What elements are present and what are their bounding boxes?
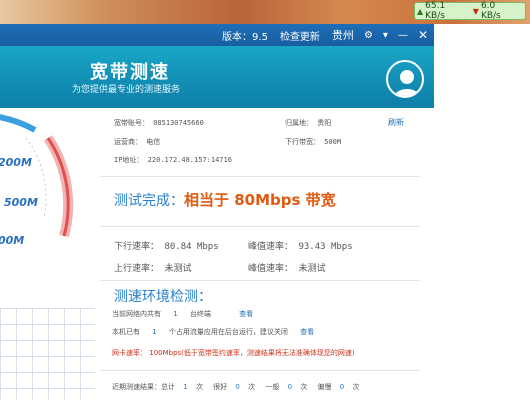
header-banner: 宽带测速 为您提供最专业的测速服务 [0, 46, 434, 108]
check-update-link[interactable]: 检查更新 [280, 28, 320, 43]
download-peak-value: 93.43 Mbps [298, 242, 353, 252]
history-slow-label: 偏慢 [317, 383, 332, 391]
history-normal-label: 一般 [265, 383, 280, 391]
location-row: 归属地： 贵阳 [285, 118, 331, 128]
history-total: 1 [183, 383, 188, 391]
history-unit-good: 次 [248, 383, 256, 391]
upload-speed-value: 未测试 [164, 264, 192, 274]
lan-devices-row: 当前网络内共有 1 台终端 查看 [112, 309, 253, 319]
bandwidth-value: 500M [324, 138, 342, 146]
history-unit-total: 次 [195, 383, 203, 391]
window-titlebar: 版本：9.5 检查更新 贵州 ⚙ ▾ — ✕ [0, 24, 434, 46]
nic-warning-text: 100Mbps(低于宽带签约速率，测速结果将无法准确体现您的网速) [149, 349, 355, 357]
history-good-label: 很好 [213, 383, 228, 391]
location-label: 归属地： [285, 119, 313, 127]
env-check-title: 测速环境检测： [114, 289, 212, 305]
download-arrow-icon: ▼ [472, 6, 479, 16]
result-value: 相当于 80Mbps 带宽 [184, 191, 336, 209]
bg-suffix: 个占用流量应用在后台运行，建议关闭 [168, 328, 288, 336]
bg-apps-row: 本机已有 1 个占用流量应用在后台运行，建议关闭 查看 [112, 327, 314, 337]
broadband-account-row: 宽带账号： 085130745660 [114, 118, 204, 128]
history-unit-slow: 次 [352, 383, 360, 391]
nic-label: 网卡速率： [112, 349, 147, 357]
user-icon [393, 70, 421, 96]
gauge-label-500: 500M [4, 196, 38, 209]
desktop-wallpaper: ▲ 65.1 KB/s ▼ 6.0 KB/s [0, 0, 530, 24]
upload-speed-row: 上行速率： 未测试 [114, 261, 191, 274]
download-speed: 6.0 KB/s [480, 1, 501, 21]
upload-speed: 65.1 KB/s [425, 1, 446, 21]
bandwidth-label: 下行带宽： [285, 138, 320, 146]
divider [100, 226, 420, 227]
view-lan-link[interactable]: 查看 [239, 310, 253, 318]
ip-label: IP地址： [114, 156, 144, 164]
history-label: 近期测速结果：总计 [112, 383, 175, 391]
lan-suffix: 台终端 [189, 310, 211, 318]
download-speed-row: 下行速率： 80.84 Mbps [114, 239, 219, 252]
divider [100, 176, 420, 177]
close-icon[interactable]: ✕ [418, 28, 428, 42]
upload-arrow-icon: ▲ [417, 6, 424, 16]
gauge-label-1000: 00M [0, 234, 25, 247]
network-speed-meter: ▲ 65.1 KB/s ▼ 6.0 KB/s [414, 1, 526, 21]
app-subtitle: 为您提供最专业的测速服务 [72, 85, 181, 95]
version-label: 版本：9.5 [222, 31, 268, 43]
gauge-arc-blue [0, 114, 37, 133]
city-selector[interactable]: 贵州 [332, 27, 354, 43]
download-peak-row: 峰值速率： 93.43 Mbps [248, 239, 353, 252]
gauge-grid [0, 308, 95, 400]
user-avatar[interactable] [386, 60, 424, 98]
speed-gauge: 200M 500M 00M [0, 108, 95, 400]
isp-row: 运营商： 电信 [114, 137, 160, 147]
gauge-label-200: 200M [0, 156, 32, 169]
ip-row: IP地址： 220.172.48.157:14716 [114, 155, 232, 165]
upload-speed-label: 上行速率： [114, 264, 160, 274]
lan-count: 1 [173, 310, 178, 318]
divider [100, 370, 420, 371]
app-title: 宽带测速 [90, 62, 170, 83]
ip-value: 220.172.48.157:14716 [147, 156, 232, 164]
history-unit-normal: 次 [300, 383, 308, 391]
history-good: 0 [235, 383, 240, 391]
bg-prefix: 本机已有 [112, 328, 140, 336]
download-speed-label: 下行速率： [114, 242, 160, 252]
bandwidth-row: 下行带宽： 500M [285, 137, 341, 147]
location-value: 贵阳 [317, 119, 332, 127]
isp-value: 电信 [146, 138, 161, 146]
history-normal: 0 [287, 383, 293, 391]
bg-count: 1 [152, 328, 157, 336]
minimize-icon[interactable]: — [398, 30, 408, 41]
divider [100, 280, 420, 281]
broadband-value: 085130745660 [153, 119, 204, 127]
refresh-link[interactable]: 刷新 [388, 118, 404, 127]
nic-speed-warning: 网卡速率： 100Mbps(低于宽带签约速率，测速结果将无法准确体现您的网速) [112, 348, 355, 358]
download-speed-value: 80.84 Mbps [164, 242, 219, 252]
upload-peak-value: 未测试 [298, 264, 326, 274]
gauge-arc-pink [43, 135, 74, 238]
refresh-link-wrap: 刷新 [388, 117, 404, 128]
result-label: 测试完成： [114, 193, 184, 209]
history-slow: 0 [339, 383, 345, 391]
isp-label: 运营商： [114, 138, 142, 146]
upload-peak-row: 峰值速率： 未测试 [248, 261, 325, 274]
main-panel: 宽带账号： 085130745660 归属地： 贵阳 刷新 运营商： 电信 下行… [100, 108, 434, 400]
menu-dropdown-icon[interactable]: ▾ [383, 30, 388, 41]
broadband-label: 宽带账号： [114, 119, 149, 127]
lan-prefix: 当前网络内共有 [112, 310, 161, 318]
upload-peak-label: 峰值速率： [248, 264, 294, 274]
download-peak-label: 峰值速率： [248, 242, 294, 252]
test-result: 测试完成：相当于 80Mbps 带宽 [114, 189, 336, 210]
view-bg-apps-link[interactable]: 查看 [300, 328, 314, 336]
settings-icon[interactable]: ⚙ [364, 30, 373, 41]
history-row: 近期测速结果：总计 1 次 很好 0 次 一般 0 次 偏慢 0 次 [112, 382, 359, 392]
